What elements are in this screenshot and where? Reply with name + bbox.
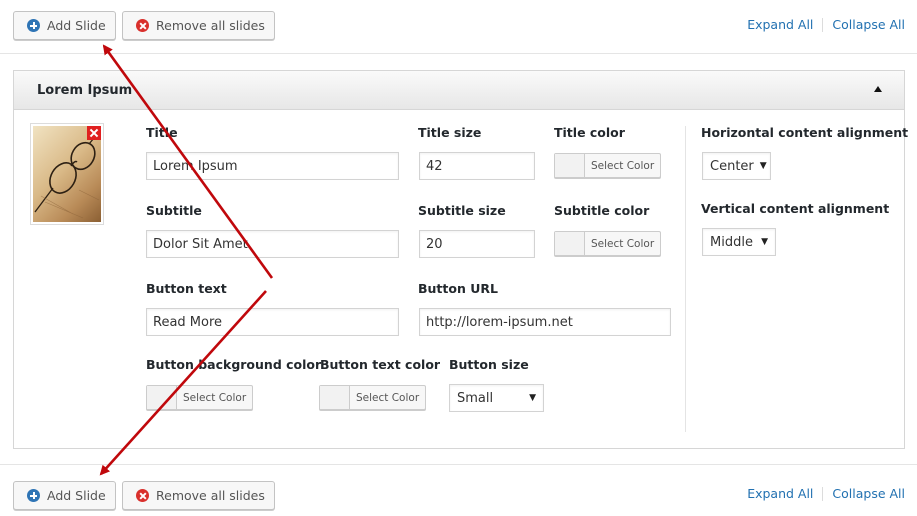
chevron-down-icon: ▼ [759, 161, 767, 171]
expand-all-link[interactable]: Expand All [747, 17, 813, 32]
select-color-text: Select Color [356, 391, 420, 404]
select-color-text: Select Color [591, 159, 655, 172]
add-slide-label: Add Slide [47, 488, 106, 503]
button-size-value: Small [457, 390, 494, 406]
times-circle-icon [136, 19, 149, 32]
expand-collapse-links: Expand All Collapse All [747, 486, 905, 501]
slide-panel-header[interactable]: Lorem Ipsum [14, 71, 904, 110]
remove-image-icon[interactable] [87, 126, 101, 140]
button-size-label: Button size [449, 357, 529, 372]
bottom-toolbar: Add Slide Remove all slides Expand All C… [0, 464, 917, 516]
horizontal-alignment-value: Center [710, 158, 754, 174]
vertical-alignment-select[interactable]: Middle ▼ [702, 228, 776, 256]
title-color-label: Title color [554, 125, 625, 140]
top-toolbar: Add Slide Remove all slides Expand All C… [0, 0, 917, 54]
select-color-text: Select Color [183, 391, 247, 404]
remove-all-label: Remove all slides [156, 488, 265, 503]
remove-all-slides-button[interactable]: Remove all slides [122, 11, 275, 40]
add-slide-label: Add Slide [47, 18, 106, 33]
glasses-image [34, 131, 100, 219]
button-background-color-picker[interactable]: Select Color [146, 385, 254, 410]
button-url-input[interactable]: http://lorem-ipsum.net [419, 308, 671, 336]
link-separator [822, 486, 824, 501]
slide-image [33, 126, 101, 222]
button-size-select[interactable]: Small ▼ [449, 384, 544, 412]
color-swatch [320, 386, 350, 409]
collapse-all-link[interactable]: Collapse All [832, 486, 905, 501]
subtitle-color-picker[interactable]: Select Color [554, 231, 662, 256]
times-circle-icon [136, 489, 149, 502]
subtitle-size-label: Subtitle size [418, 203, 506, 218]
chevron-down-icon: ▼ [529, 393, 536, 403]
button-background-color-label: Button background color [146, 357, 322, 372]
remove-all-slides-button[interactable]: Remove all slides [122, 481, 275, 510]
title-size-input[interactable]: 42 [419, 152, 535, 180]
button-url-label: Button URL [418, 281, 498, 296]
plus-circle-icon [27, 19, 40, 32]
subtitle-input[interactable]: Dolor Sit Amet [146, 230, 399, 258]
vertical-alignment-label: Vertical content alignment [701, 201, 890, 216]
title-input[interactable]: Lorem Ipsum [146, 152, 399, 180]
slide-panel-title: Lorem Ipsum [37, 83, 133, 98]
caret-up-icon[interactable] [874, 86, 882, 92]
link-separator [822, 17, 824, 32]
title-size-label: Title size [418, 125, 482, 140]
title-color-picker[interactable]: Select Color [554, 153, 662, 178]
collapse-all-link[interactable]: Collapse All [832, 17, 905, 32]
color-swatch [555, 232, 585, 255]
horizontal-alignment-select[interactable]: Center ▼ [702, 152, 771, 180]
plus-circle-icon [27, 489, 40, 502]
remove-all-label: Remove all slides [156, 18, 265, 33]
subtitle-size-input[interactable]: 20 [419, 230, 535, 258]
select-color-text: Select Color [591, 237, 655, 250]
expand-all-link[interactable]: Expand All [747, 486, 813, 501]
expand-collapse-links: Expand All Collapse All [747, 17, 905, 32]
add-slide-button[interactable]: Add Slide [13, 11, 116, 40]
add-slide-button[interactable]: Add Slide [13, 481, 116, 510]
color-swatch [555, 154, 585, 177]
slide-panel: Lorem Ipsum Title Lorem Ipsum Title size… [13, 70, 909, 449]
slide-image-thumbnail[interactable] [30, 123, 104, 225]
vertical-alignment-value: Middle [710, 234, 753, 250]
chevron-down-icon: ▼ [761, 237, 768, 247]
button-text-label: Button text [146, 281, 227, 296]
button-text-input[interactable]: Read More [146, 308, 399, 336]
subtitle-color-label: Subtitle color [554, 203, 650, 218]
button-text-color-picker[interactable]: Select Color [319, 385, 427, 410]
horizontal-alignment-label: Horizontal content alignment [701, 125, 909, 140]
subtitle-label: Subtitle [146, 203, 202, 218]
button-text-color-label: Button text color [320, 357, 441, 372]
column-divider [685, 126, 686, 432]
color-swatch [147, 386, 177, 409]
title-label: Title [146, 125, 178, 140]
